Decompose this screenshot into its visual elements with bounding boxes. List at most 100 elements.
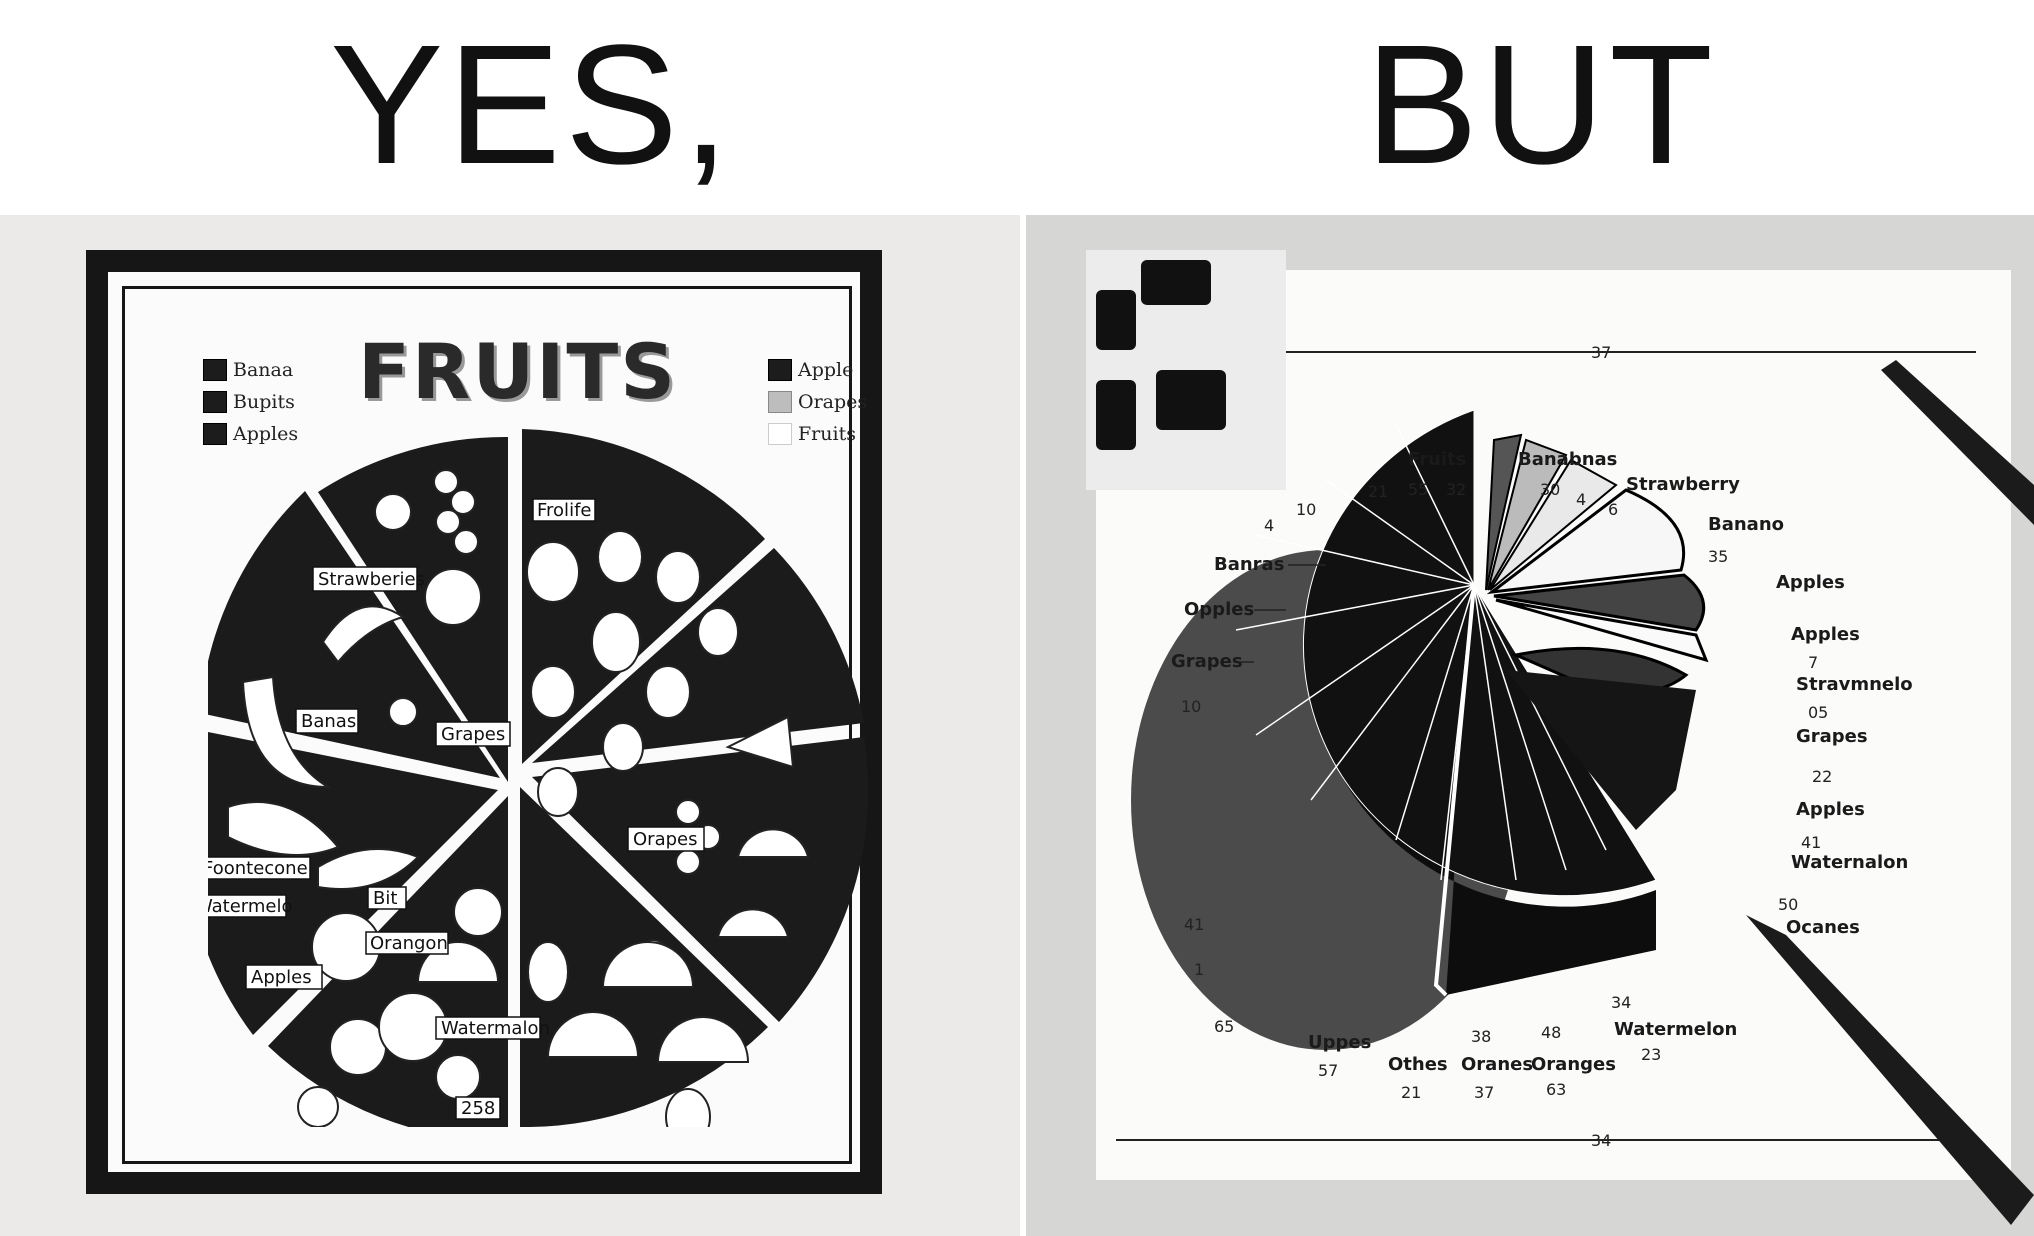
melon-icon (591, 611, 641, 673)
num-41b: 41 (1184, 915, 1204, 934)
paint-palette (1086, 250, 1286, 490)
label-banras: Banras (1214, 554, 1284, 575)
num-65: 65 (1214, 1017, 1234, 1036)
fruit-pie-illustration: Strawberies Banas Grapes Frolife Orapes … (208, 429, 869, 1127)
num-50: 50 (1778, 895, 1798, 914)
legend-label: Apple (798, 359, 854, 381)
num-6: 6 (1608, 500, 1618, 519)
grape-icon (435, 509, 461, 535)
tag-value: 258 (461, 1098, 495, 1119)
num-4a: 4 (1576, 490, 1586, 509)
label-oranges: Oranges (1531, 1054, 1616, 1075)
kiwi-icon (435, 1054, 481, 1100)
melon-icon (526, 541, 580, 603)
num-38: 38 (1471, 1027, 1491, 1046)
apple-icon (374, 493, 412, 531)
num-7: 7 (1808, 653, 1818, 672)
num-10b: 10 (1181, 697, 1201, 716)
num-21b: 21 (1401, 1083, 1421, 1102)
legend-item: Apple (768, 354, 867, 386)
strawberry-icon (530, 665, 576, 719)
grape-icon (675, 849, 701, 875)
num-63: 63 (1546, 1080, 1566, 1099)
label-othes: Othes (1388, 1054, 1448, 1075)
legend-label: Bupits (233, 391, 295, 413)
num-22: 22 (1812, 767, 1832, 786)
tag-orangon: Orangon (370, 933, 448, 954)
legend-label: Orapes (798, 391, 868, 413)
num-35: 35 (1708, 547, 1728, 566)
num-37: 37 (1474, 1083, 1494, 1102)
num-05b: 05 (1786, 950, 1806, 969)
tag-grapes: Grapes (441, 724, 505, 745)
num-48: 48 (1541, 1023, 1561, 1042)
num-55: 55 (1408, 480, 1428, 499)
num-21: 21 (1368, 482, 1388, 501)
label-banano: Banano (1708, 514, 1784, 535)
strawberry-icon (655, 550, 701, 604)
fruits-title: FRUITS (358, 327, 678, 416)
bottom-scale: 34 (1591, 1131, 1611, 1150)
num-30: 30 (1540, 480, 1560, 499)
label-apples-3: Apples (1796, 799, 1865, 820)
num-57: 57 (1318, 1061, 1338, 1080)
left-panel: FRUITS Banaa Bupits Apples Apple Orapes … (0, 215, 1020, 1236)
legend-swatch (768, 359, 792, 381)
tag-orapes: Orapes (633, 829, 697, 850)
label-watermelon-bottom: Watermelon (1614, 1019, 1737, 1040)
legend-swatch (203, 391, 227, 413)
tag-watermelon-left: Watermelo (208, 896, 293, 917)
grape-icon (433, 469, 459, 495)
tag-frolife: Frolife (537, 500, 591, 521)
legend-item: Bupits (203, 386, 298, 418)
label-grapes-right: Grapes (1796, 726, 1868, 747)
label-strawberry: Strawberry (1626, 474, 1740, 495)
apple-icon (424, 568, 482, 626)
label-fruits: Fruits (1408, 449, 1466, 470)
tag-foontecone: Foontecone (208, 858, 308, 879)
label-grapes-left: Grapes (1171, 651, 1243, 672)
num-41a: 41 (1801, 833, 1821, 852)
tag-bit: Bit (373, 888, 397, 909)
legend-item: Orapes (768, 386, 867, 418)
num-05a: 05 (1808, 703, 1828, 722)
num-23: 23 (1641, 1045, 1661, 1064)
num-32: 32 (1446, 480, 1466, 499)
label-oranes: Oranes (1461, 1054, 1533, 1075)
pineapple-icon (527, 941, 569, 1003)
strawberry-icon (645, 665, 691, 719)
label-uppes: Uppes (1308, 1032, 1371, 1053)
num-1: 1 (1194, 960, 1204, 979)
grape-icon (675, 799, 701, 825)
label-ocanes: Ocanes (1786, 917, 1860, 938)
board-inner: FRUITS Banaa Bupits Apples Apple Orapes … (108, 272, 869, 1172)
tag-watermelon-bottom: Watermalon (441, 1018, 550, 1039)
yes-heading: YES, (330, 10, 734, 200)
strawberry-icon (597, 530, 643, 584)
tag-banas: Banas (301, 711, 356, 732)
legend-label: Banaa (233, 359, 294, 381)
num-34: 34 (1611, 993, 1631, 1012)
label-waternalon: Waternalon (1791, 852, 1908, 873)
orange-icon (329, 1018, 387, 1076)
pineapple-icon (665, 1088, 711, 1127)
num-4b: 4 (1264, 516, 1274, 535)
tag-strawberries: Strawberies (318, 569, 425, 590)
kiwi-icon (297, 1086, 339, 1127)
num-10: 10 (1296, 500, 1316, 519)
paper-sheet: 37 34 Banras Opples Grapes 10 4 10 21 Fr… (1086, 250, 2011, 1180)
grape-icon (453, 529, 479, 555)
legend-swatch (203, 359, 227, 381)
but-heading: BUT (1365, 10, 1717, 200)
strawberry-icon (697, 607, 739, 657)
label-apples-2: Apples (1791, 624, 1860, 645)
top-scale: 37 (1591, 343, 1611, 362)
tag-apples: Apples (251, 967, 312, 988)
grape-icon (450, 489, 476, 515)
label-apples-1: Apples (1776, 572, 1845, 593)
label-banabnas: Banabnas (1518, 449, 1617, 470)
apple-icon (453, 887, 503, 937)
label-opples: Opples (1184, 599, 1254, 620)
label-stravmnelo: Stravmnelo (1796, 674, 1913, 695)
legend-swatch (768, 391, 792, 413)
